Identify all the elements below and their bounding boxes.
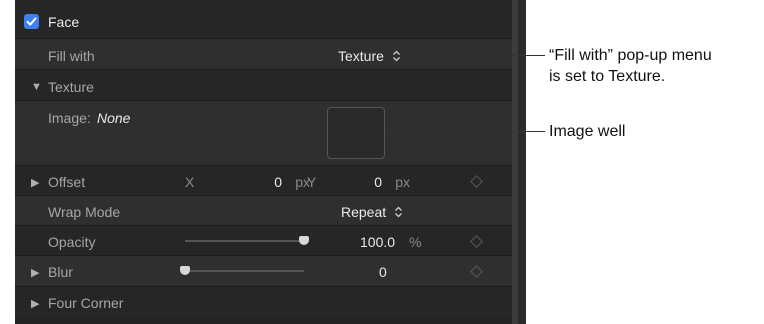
- image-well-callout: Image well: [549, 123, 626, 140]
- image-row: Image: None: [15, 101, 512, 166]
- fill-with-label: Fill with: [48, 48, 95, 64]
- opacity-value[interactable]: 100.0: [360, 234, 395, 250]
- disclosure-collapsed-icon[interactable]: ▶: [31, 266, 39, 279]
- wrap-mode-popup-menu[interactable]: Repeat: [341, 204, 403, 220]
- four-corner-row[interactable]: ▶ Four Corner: [15, 287, 512, 317]
- image-label: Image:: [48, 110, 91, 126]
- fill-with-value: Texture: [338, 48, 384, 64]
- blur-label: Blur: [48, 264, 73, 280]
- disclosure-expanded-icon: ▼: [31, 81, 42, 93]
- fill-with-popup-menu[interactable]: Texture: [338, 48, 401, 64]
- opacity-slider-track: [185, 240, 309, 242]
- offset-row: ▶ Offset X 0 px Y 0 px: [15, 166, 512, 196]
- popup-chevrons-icon: [395, 206, 403, 218]
- disclosure-collapsed-icon[interactable]: ▶: [31, 176, 39, 189]
- offset-y-unit: px: [395, 174, 410, 190]
- texture-label: Texture: [48, 79, 94, 95]
- panel-edge: [518, 0, 526, 324]
- offset-y-value: 0: [374, 174, 382, 190]
- opacity-slider[interactable]: [185, 235, 309, 247]
- opacity-row: Opacity 100.0 %: [15, 226, 512, 256]
- opacity-unit: %: [409, 234, 422, 250]
- wrap-mode-row: Wrap Mode Repeat: [15, 196, 512, 226]
- checkmark-icon: [26, 17, 37, 26]
- popup-chevrons-icon: [392, 50, 400, 62]
- offset-x-label: X: [185, 174, 195, 190]
- disclosure-collapsed-icon[interactable]: ▶: [31, 297, 39, 310]
- opacity-label: Opacity: [48, 234, 96, 250]
- face-row: Face: [15, 0, 512, 39]
- keyframe-button-icon[interactable]: [470, 175, 483, 188]
- fill-with-callout-line-2: is set to Texture.: [549, 68, 666, 85]
- four-corner-label: Four Corner: [48, 295, 124, 311]
- wrap-mode-label: Wrap Mode: [48, 204, 121, 220]
- face-checkbox[interactable]: [24, 14, 39, 29]
- fill-with-callout-line-1: “Fill with” pop-up menu: [549, 47, 712, 64]
- blur-value[interactable]: 0: [379, 264, 387, 280]
- blur-slider[interactable]: [180, 265, 304, 277]
- image-well[interactable]: [327, 107, 385, 159]
- wrap-mode-value: Repeat: [341, 204, 387, 220]
- inspector-panel: Face Fill with Texture ▼ Texture Image: …: [15, 0, 512, 324]
- blur-slider-track: [180, 270, 304, 272]
- opacity-slider-thumb[interactable]: [299, 236, 309, 245]
- keyframe-button-icon[interactable]: [470, 265, 483, 278]
- fill-with-callout: “Fill with” pop-up menu is set to Textur…: [549, 45, 712, 87]
- blur-row: ▶ Blur 0: [15, 256, 512, 287]
- keyframe-button-icon[interactable]: [470, 235, 483, 248]
- offset-y-label: Y: [307, 174, 317, 190]
- blur-slider-thumb[interactable]: [180, 266, 190, 275]
- image-value: None: [97, 110, 131, 126]
- face-label: Face: [48, 14, 80, 30]
- image-well-callout-line: [386, 131, 545, 132]
- texture-group-row[interactable]: ▼ Texture: [15, 70, 512, 101]
- offset-x-value: 0: [274, 174, 282, 190]
- offset-label: Offset: [48, 174, 86, 190]
- fill-with-callout-line: [413, 55, 545, 56]
